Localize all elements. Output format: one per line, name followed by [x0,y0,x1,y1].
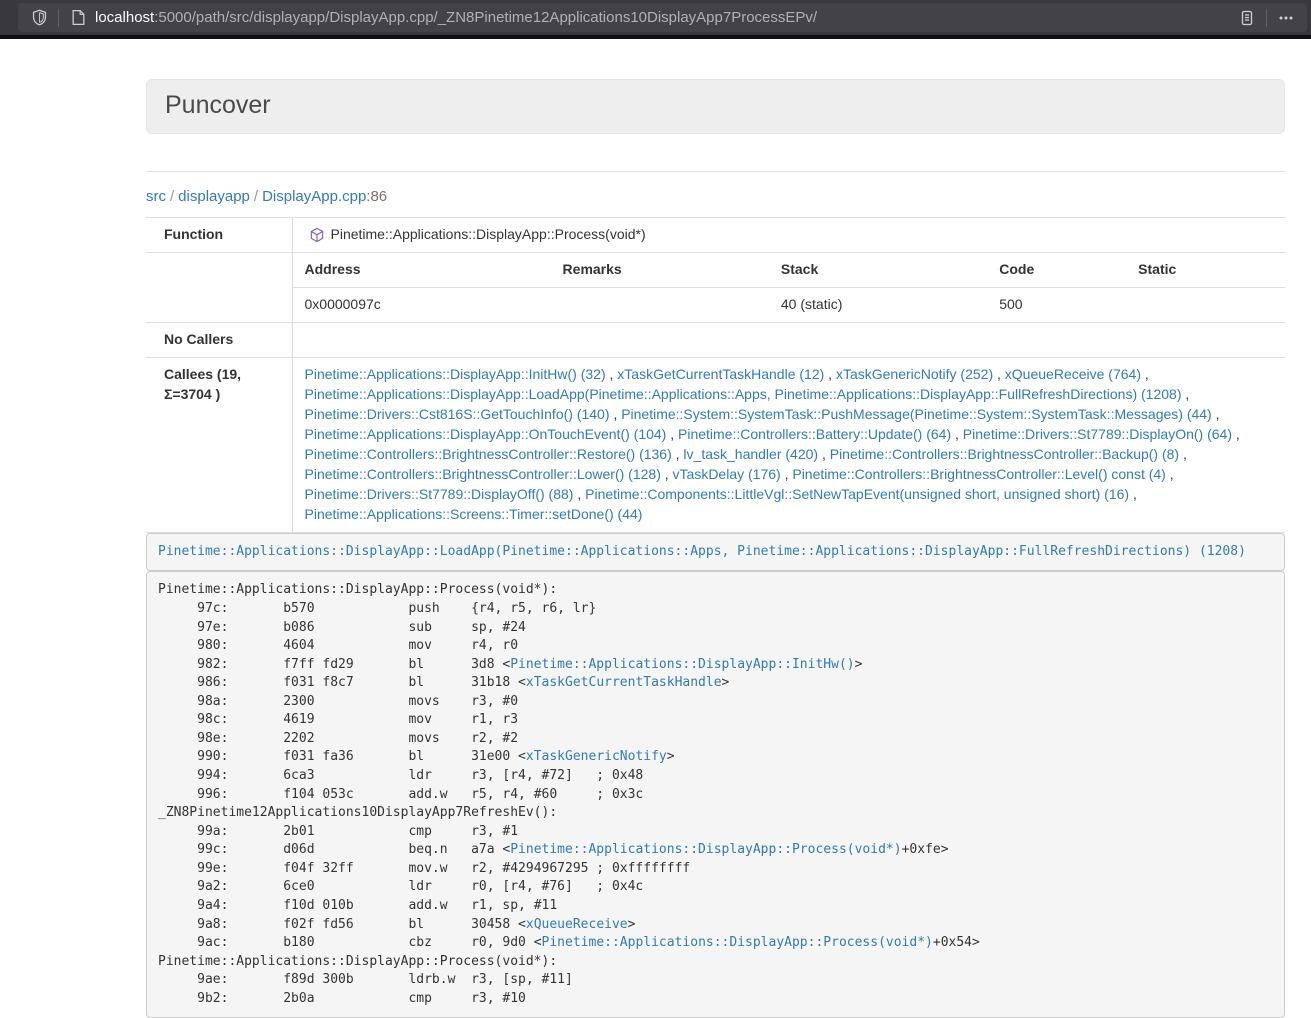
breadcrumb: src/displayapp/DisplayApp.cpp:86 [146,188,1285,205]
callee-link[interactable]: Pinetime::Applications::Screens::Timer::… [305,506,643,522]
callee-link[interactable]: Pinetime::Applications::DisplayApp::Load… [305,386,1182,402]
callees-label: Callees (19, Σ=3704 ) [146,357,292,532]
callees-list: Pinetime::Applications::DisplayApp::Init… [292,357,1285,532]
callee-link[interactable]: Pinetime::Drivers::St7789::DisplayOn() (… [963,426,1232,442]
toolbar-bottom-border [0,35,1311,39]
url-text[interactable]: localhost:5000/path/src/displayapp/Displ… [95,9,1234,26]
url-bar[interactable]: localhost:5000/path/src/displayapp/Displ… [18,3,1307,32]
reader-mode-icon[interactable] [1234,6,1260,30]
url-path: :5000/path/src/displayapp/DisplayApp.cpp… [154,9,817,26]
callee-link[interactable]: Pinetime::Controllers::Battery::Update()… [678,426,951,442]
stats-table: Address Remarks Stack Code Static 0x0000… [293,253,1286,322]
url-bar-divider [58,9,59,27]
col-header-static: Static [1126,253,1285,287]
function-row: Function Pinetime::Applications::Display… [146,218,1285,253]
address-value: 0x0000097c [293,287,551,321]
tracking-protection-shield-icon[interactable] [26,6,52,30]
site-identity-page-icon[interactable] [65,6,91,30]
url-host: localhost [95,9,154,26]
callee-link[interactable]: xTaskGenericNotify (252) [836,366,993,382]
breadcrumb-link-displayapp[interactable]: displayapp [178,188,250,205]
callee-link[interactable]: vTaskDelay (176) [673,466,781,482]
assembly-symbol-link[interactable]: Pinetime::Applications::DisplayApp::Proc… [510,842,901,857]
assembly-symbol-link[interactable]: xTaskGenericNotify [526,749,667,764]
stack-value: 40 (static) [769,287,987,321]
callee-link[interactable]: Pinetime::Controllers::BrightnessControl… [792,466,1165,482]
col-header-remarks: Remarks [551,253,769,287]
breadcrumb-line-number: :86 [366,188,387,205]
no-callers-label: No Callers [146,322,292,357]
url-bar-divider-right [1266,9,1267,27]
app-header: Puncover [146,79,1285,134]
static-value [1126,287,1285,321]
breadcrumb-separator: / [166,188,178,205]
divider [146,171,1285,172]
page-actions-menu-icon[interactable] [1273,6,1299,30]
breadcrumb-link-src[interactable]: src [146,188,166,205]
function-name: Pinetime::Applications::DisplayApp::Proc… [331,225,646,245]
breadcrumb-link-displayapp-cpp[interactable]: DisplayApp.cpp [262,188,366,205]
stats-value-row: 0x0000097c 40 (static) 500 [293,287,1286,321]
callee-link[interactable]: Pinetime::Components::LittleVgl::SetNewT… [585,486,1129,502]
code-value: 500 [987,287,1126,321]
callee-link[interactable]: Pinetime::Applications::DisplayApp::OnTo… [305,426,667,442]
callee-link[interactable]: Pinetime::Controllers::BrightnessControl… [305,466,661,482]
callee-link[interactable]: lv_task_handler (420) [683,446,818,462]
breadcrumb-separator: / [250,188,262,205]
callee-link[interactable]: Pinetime::Drivers::Cst816S::GetTouchInfo… [305,406,610,422]
page-title: Puncover [165,91,1266,120]
function-table: Function Pinetime::Applications::Display… [146,217,1285,533]
function-label: Function [146,218,292,253]
callee-link[interactable]: Pinetime::Controllers::BrightnessControl… [305,446,672,462]
assembly-symbol-link[interactable]: Pinetime::Applications::DisplayApp::Proc… [542,935,933,950]
col-header-address: Address [293,253,551,287]
assembly-symbol-link[interactable]: xTaskGetCurrentTaskHandle [526,675,722,690]
callee-link[interactable]: Pinetime::Applications::DisplayApp::Init… [305,366,606,382]
callees-row: Callees (19, Σ=3704 ) Pinetime::Applicat… [146,357,1285,532]
no-callers-row: No Callers [146,322,1285,357]
assembly-symbol-link[interactable]: xQueueReceive [526,917,628,932]
stats-row-label [146,252,292,322]
assembly-listing: Pinetime::Applications::DisplayApp::Proc… [146,571,1285,1018]
callee-link[interactable]: Pinetime::Controllers::BrightnessControl… [830,446,1179,462]
col-header-code: Code [987,253,1126,287]
highlighted-symbol-box: Pinetime::Applications::DisplayApp::Load… [146,533,1285,572]
callee-link[interactable]: Pinetime::System::SystemTask::PushMessag… [621,406,1212,422]
col-header-stack: Stack [769,253,987,287]
callee-link[interactable]: xQueueReceive (764) [1005,366,1141,382]
browser-toolbar: localhost:5000/path/src/displayapp/Displ… [0,0,1311,35]
function-stats-row: Address Remarks Stack Code Static 0x0000… [146,252,1285,322]
remarks-value [551,287,769,321]
callee-link[interactable]: Pinetime::Drivers::St7789::DisplayOff() … [305,486,574,502]
assembly-symbol-link[interactable]: Pinetime::Applications::DisplayApp::Init… [510,657,854,672]
page-content: Puncover src/displayapp/DisplayApp.cpp:8… [146,79,1285,1018]
highlighted-symbol-link[interactable]: Pinetime::Applications::DisplayApp::Load… [158,544,1246,559]
package-icon [309,227,325,243]
callee-link[interactable]: xTaskGetCurrentTaskHandle (12) [617,366,824,382]
